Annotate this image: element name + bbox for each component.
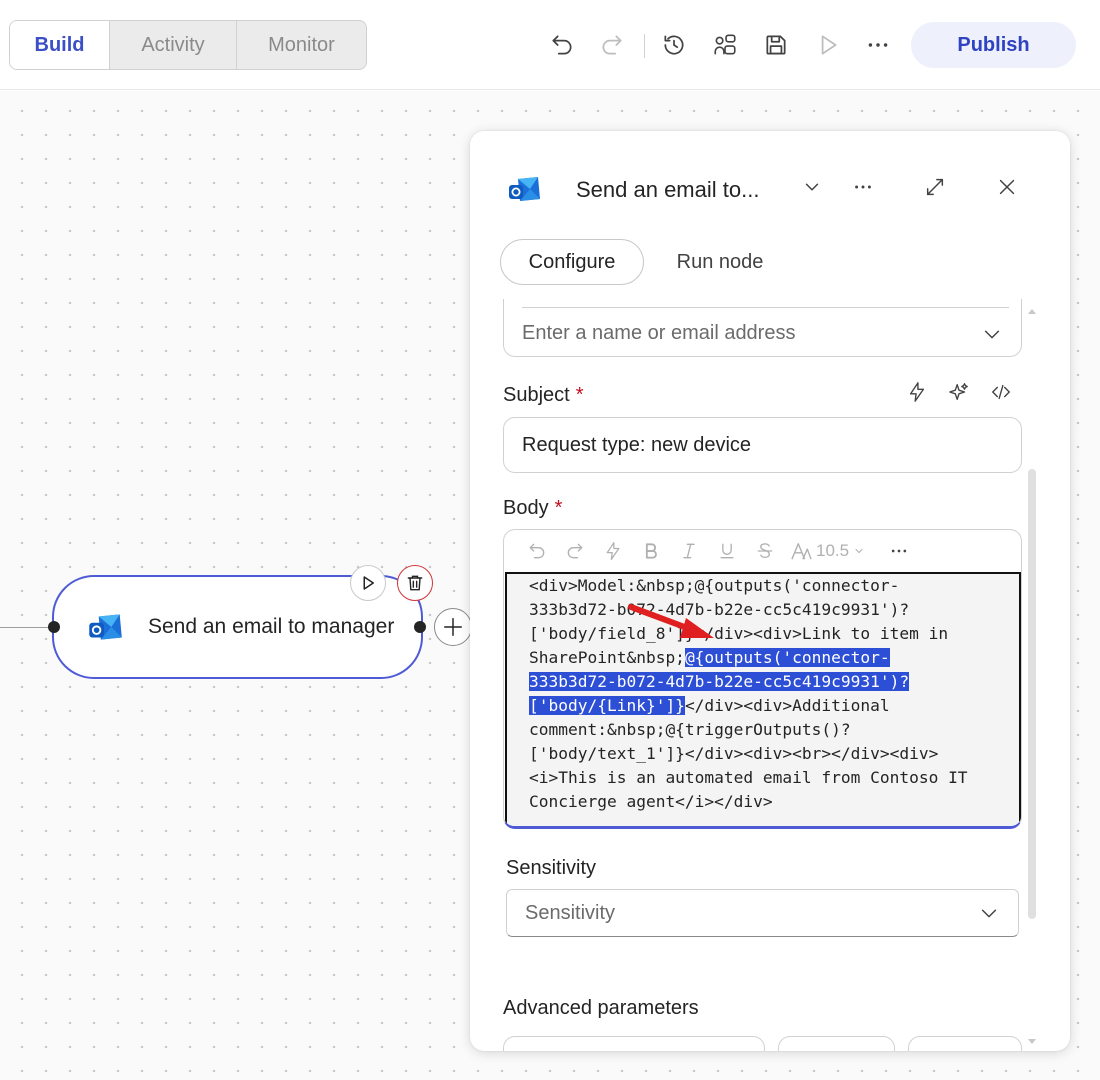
version-history-icon[interactable] [657,28,691,62]
font-size-value: 10.5 [816,541,850,560]
incoming-connector-line [0,627,54,628]
panel-title[interactable]: Send an email to... [576,177,759,203]
sensitivity-dropdown[interactable]: Sensitivity [506,889,1019,937]
italic-icon[interactable] [670,536,708,566]
code-line: 333b3d72-b072-4d7b-b22e-cc5c419c9931')? [529,670,999,694]
sensitivity-label: Sensitivity [506,857,597,879]
more-icon[interactable] [880,536,918,566]
scroll-up-arrow[interactable] [1028,309,1036,314]
plus-icon [444,618,462,636]
dynamic-content-icon[interactable] [906,381,928,403]
scroll-down-arrow[interactable] [1028,1039,1036,1044]
chevron-down-icon [855,549,863,554]
code-line: Concierge agent</i></div> [529,790,999,814]
code-line: ['body/field_8']}</div><div>Link to item… [529,622,999,646]
code-view-icon[interactable] [990,381,1012,403]
undo-icon[interactable] [545,28,579,62]
redo-icon[interactable] [595,28,629,62]
close-icon[interactable] [991,171,1023,203]
selected-expression: ['body/{Link}']} [529,696,685,715]
code-text: 333b3d72-b072-4d7b-b22e-cc5c419c9931')? [529,600,910,619]
tab-build[interactable]: Build [10,21,110,69]
code-text: </div><div>Additional [684,696,890,715]
code-line: comment:&nbsp;@{triggerOutputs()? [529,718,999,742]
subject-input[interactable]: Request type: new device [503,417,1022,473]
code-line: SharePoint&nbsp;@{outputs('connector- [529,646,999,670]
save-icon[interactable] [759,28,793,62]
more-options-icon[interactable] [847,171,879,203]
underline-icon[interactable] [708,536,746,566]
flow-checker-icon[interactable] [708,28,742,62]
code-text: ['body/field_8']}</div><div>Link to item… [529,624,949,643]
required-marker: * [575,384,584,406]
advanced-show-all-button[interactable] [778,1036,895,1051]
advanced-parameters-select[interactable] [503,1036,765,1051]
publish-button[interactable]: Publish [911,22,1076,68]
copilot-sparkle-icon[interactable] [948,381,970,403]
code-text: <div>Model:&nbsp;@{outputs('connector- [529,576,900,595]
chevron-down-icon [981,909,997,918]
body-rich-editor[interactable]: 10.5 <div>Model:&nbsp;@{outputs('connect… [503,529,1022,829]
undo-icon[interactable] [518,536,556,566]
subject-label: Subject * [503,384,584,406]
chevron-down-icon[interactable] [981,323,1003,345]
expand-icon[interactable] [919,171,951,203]
bold-icon[interactable] [632,536,670,566]
advanced-clear-all-button[interactable] [908,1036,1022,1051]
code-line: ['body/{Link}']}</div><div>Additional [529,694,999,718]
code-text: <i>This is an automated email from Conto… [529,768,968,787]
code-text: Concierge agent</i></div> [529,792,773,811]
selected-expression: 333b3d72-b072-4d7b-b22e-cc5c419c9931')? [529,672,910,691]
code-text: SharePoint&nbsp; [529,648,685,667]
code-line: <i>This is an automated email from Conto… [529,766,999,790]
toolbar-divider [644,34,645,58]
field-divider [522,307,1009,308]
run-node-button[interactable] [350,565,386,601]
code-line: 333b3d72-b072-4d7b-b22e-cc5c419c9931')? [529,598,999,622]
sensitivity-placeholder: Sensitivity [525,901,616,924]
panel-scrollbar[interactable] [1028,469,1036,919]
outlook-icon [89,614,122,640]
top-toolbar: Build Activity Monitor Publish [0,0,1100,90]
tab-run-node[interactable]: Run node [660,239,780,285]
trash-icon [407,575,423,591]
chevron-down-icon[interactable] [796,171,828,203]
tab-configure[interactable]: Configure [500,239,644,285]
code-text: ['body/text_1']}</div><div><br></div><di… [529,744,939,763]
code-line: <div>Model:&nbsp;@{outputs('connector- [529,574,999,598]
more-icon[interactable] [861,28,895,62]
play-icon [363,576,374,590]
outlook-icon [509,177,540,201]
code-line: ['body/text_1']}</div><div><br></div><di… [529,742,999,766]
tab-monitor[interactable]: Monitor [237,21,366,69]
editor-toolbar: 10.5 [504,530,1021,572]
add-action-button[interactable] [434,608,472,646]
dynamic-content-icon[interactable] [594,536,632,566]
font-size-picker[interactable]: 10.5 [790,541,880,561]
to-placeholder: Enter a name or email address [522,322,796,344]
panel-scroll-area[interactable]: Enter a name or email address Subject * R… [470,299,1070,1051]
redo-icon[interactable] [556,536,594,566]
advanced-parameters-label: Advanced parameters [503,997,699,1019]
view-tabs: Build Activity Monitor [9,20,367,70]
node-output-port[interactable] [414,621,426,633]
body-label: Body * [503,497,563,519]
red-arrow-annotation [628,604,714,638]
code-text: comment:&nbsp;@{triggerOutputs()? [529,720,851,739]
tab-activity[interactable]: Activity [110,21,237,69]
required-marker: * [554,497,563,519]
delete-node-button[interactable] [397,565,433,601]
body-code-view[interactable]: <div>Model:&nbsp;@{outputs('connector- 33… [505,572,1021,826]
test-icon[interactable] [811,28,845,62]
node-input-port[interactable] [48,621,60,633]
subject-tools [906,381,1012,403]
node-label: Send an email to manager [148,615,395,638]
font-size-icon [791,543,812,560]
selected-expression: @{outputs('connector- [684,648,890,667]
strikethrough-icon[interactable] [746,536,784,566]
action-properties-panel: Send an email to... Configure Run node E… [470,131,1070,1051]
